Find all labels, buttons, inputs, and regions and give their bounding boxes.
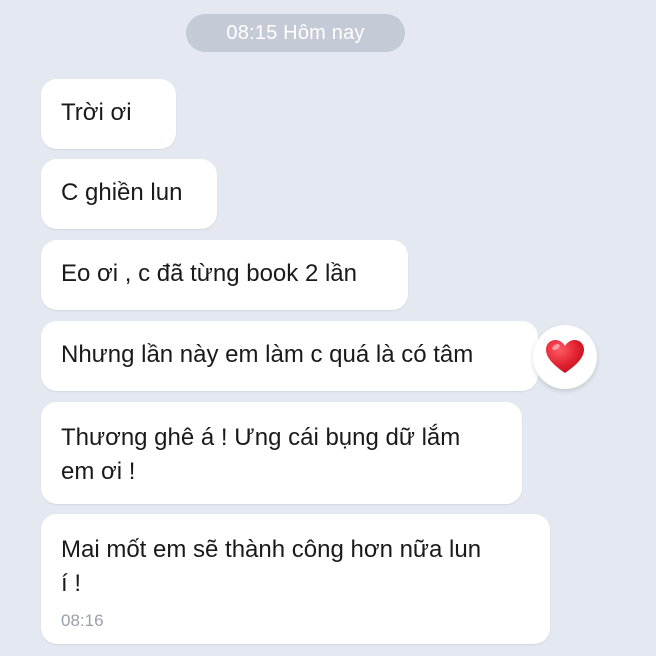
message-bubble[interactable]: Mai mốt em sẽ thành công hơn nữa lun í !… [41,514,550,644]
message-bubble[interactable]: Thương ghê á ! Ưng cái bụng dữ lắm em ơi… [41,402,522,504]
message-timestamp: 08:16 [61,611,104,630]
message-text: Trời ơi [61,99,132,126]
message-text: Nhưng lần này em làm c quá là có tâm [61,341,474,368]
message-bubble[interactable]: C ghiền lun [41,159,217,229]
message-text: C ghiền lun [61,179,183,206]
message-text: Eo ơi , c đã từng book 2 lần [61,260,357,287]
heart-reaction[interactable] [533,325,597,389]
message-bubble[interactable]: Eo ơi , c đã từng book 2 lần [41,240,408,310]
message-bubble[interactable]: Trời ơi [41,79,176,149]
message-bubble[interactable]: Nhưng lần này em làm c quá là có tâm [41,321,538,391]
date-separator: 08:15 Hôm nay [186,14,405,52]
heart-icon [546,340,584,373]
message-text: Thương ghê á ! Ưng cái bụng dữ lắm em ơi… [61,424,461,485]
chat-view: 08:15 Hôm nay Trời ơi C ghiền lun Eo ơi … [0,0,656,656]
message-text: Mai mốt em sẽ thành công hơn nữa lun í ! [61,536,482,597]
